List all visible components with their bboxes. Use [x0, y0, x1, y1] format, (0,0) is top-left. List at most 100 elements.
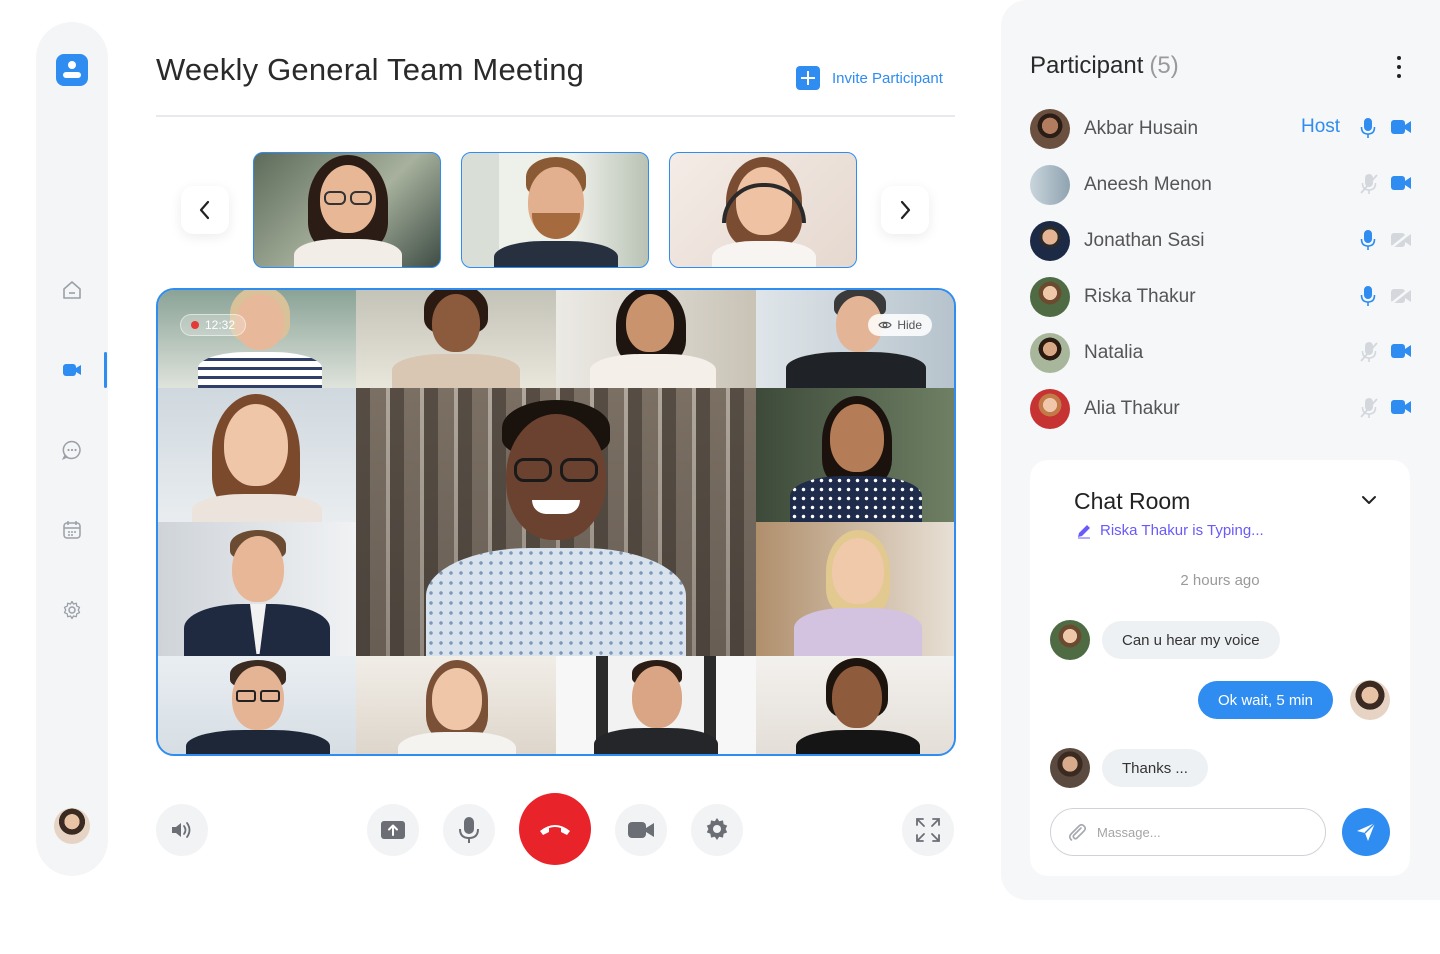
participant-row[interactable]: Aneesh Menon [1030, 165, 1420, 205]
settings-icon [706, 818, 728, 840]
message-placeholder: Massage... [1097, 824, 1161, 840]
participant-row[interactable]: Riska Thakur [1030, 277, 1420, 317]
video-icon[interactable] [58, 356, 86, 384]
home-icon[interactable] [58, 276, 86, 304]
chat-room: Chat Room Riska Thakur is Typing... 2 ho… [1030, 460, 1410, 876]
chevron-left-icon [199, 200, 210, 220]
chat-icon[interactable] [58, 436, 86, 464]
typing-text: Riska Thakur is Typing... [1100, 522, 1264, 539]
calendar-icon[interactable] [58, 516, 86, 544]
avatar [1050, 748, 1090, 788]
attachment-icon[interactable] [1067, 822, 1087, 842]
recording-indicator: 12:32 [180, 314, 247, 336]
camera-off-icon[interactable] [1390, 287, 1412, 305]
typing-indicator: Riska Thakur is Typing... [1076, 522, 1264, 539]
fullscreen-button[interactable] [902, 804, 954, 856]
participant-name: Akbar Husain [1084, 118, 1199, 139]
participant-row[interactable]: Alia Thakur [1030, 389, 1420, 429]
participant-name: Alia Thakur [1084, 398, 1180, 419]
participant-name: Natalia [1084, 342, 1144, 363]
microphone-button[interactable] [443, 804, 495, 856]
message-timestamp: 2 hours ago [1180, 572, 1260, 589]
pencil-icon [1078, 524, 1090, 538]
eye-icon [878, 321, 893, 329]
settings-icon[interactable] [58, 596, 86, 624]
chevron-down-icon[interactable] [1360, 494, 1378, 506]
microphone-off-icon[interactable] [1360, 173, 1378, 195]
avatar [1030, 221, 1070, 261]
participant-row[interactable]: Natalia [1030, 333, 1420, 373]
camera-on-icon[interactable] [1390, 399, 1412, 415]
send-button[interactable] [1342, 808, 1390, 856]
camera-icon [628, 822, 654, 838]
participant-count: (5) [1149, 52, 1179, 79]
end-call-button[interactable] [519, 793, 591, 865]
video-tile[interactable] [356, 290, 556, 388]
host-badge: Host [1301, 116, 1341, 137]
hide-button[interactable]: Hide [868, 314, 932, 336]
video-tile[interactable] [158, 656, 356, 754]
plus-icon [796, 66, 820, 90]
page-title: Weekly General Team Meeting [156, 52, 585, 87]
settings-button[interactable] [691, 804, 743, 856]
app-logo-icon[interactable] [56, 54, 88, 86]
volume-icon [172, 822, 191, 838]
chat-message-outgoing: Ok wait, 5 min [1198, 681, 1334, 719]
participant-name: Jonathan Sasi [1084, 230, 1205, 251]
avatar [1350, 680, 1390, 720]
video-tile[interactable] [158, 388, 356, 522]
microphone-on-icon[interactable] [1360, 117, 1376, 139]
camera-on-icon[interactable] [1390, 343, 1412, 359]
microphone-off-icon[interactable] [1360, 341, 1378, 363]
invite-participant-label: Invite Participant [832, 69, 943, 87]
camera-on-icon[interactable] [1390, 119, 1412, 135]
featured-thumbnail[interactable] [461, 152, 649, 268]
microphone-icon [459, 817, 479, 843]
camera-off-icon[interactable] [1390, 231, 1412, 249]
hide-label: Hide [897, 318, 922, 332]
camera-on-icon[interactable] [1390, 175, 1412, 191]
microphone-on-icon[interactable] [1360, 229, 1376, 251]
active-nav-indicator [104, 352, 107, 388]
chat-message-incoming: Thanks ... [1102, 749, 1208, 787]
header-divider [156, 115, 955, 117]
video-tile[interactable] [158, 522, 356, 656]
video-tile[interactable] [556, 290, 756, 388]
participant-panel-title: Participant (5) [1030, 52, 1179, 80]
video-tile-main-speaker[interactable] [356, 388, 756, 656]
video-tile[interactable] [756, 522, 954, 656]
share-screen-button[interactable] [367, 804, 419, 856]
video-tile[interactable] [756, 290, 954, 388]
message-input[interactable]: Massage... [1050, 808, 1326, 856]
fullscreen-icon [916, 818, 940, 842]
next-arrow-button[interactable] [881, 186, 929, 234]
video-tile[interactable] [556, 656, 756, 754]
avatar [1030, 165, 1070, 205]
sidebar [36, 22, 108, 876]
microphone-on-icon[interactable] [1360, 285, 1376, 307]
camera-button[interactable] [615, 804, 667, 856]
recording-time: 12:32 [205, 318, 236, 332]
participant-row[interactable]: Akbar Husain Host [1030, 109, 1420, 149]
video-tile[interactable] [756, 656, 954, 754]
video-tile[interactable] [356, 656, 556, 754]
user-avatar[interactable] [54, 808, 90, 844]
avatar [1030, 333, 1070, 373]
record-dot-icon [191, 321, 199, 329]
featured-thumbnail[interactable] [669, 152, 857, 268]
send-icon [1357, 822, 1376, 841]
participant-name: Aneesh Menon [1084, 174, 1212, 195]
invite-participant-button[interactable]: Invite Participant [796, 66, 943, 90]
share-screen-icon [381, 821, 405, 839]
previous-arrow-button[interactable] [181, 186, 229, 234]
featured-thumbnail[interactable] [253, 152, 441, 268]
volume-button[interactable] [156, 804, 208, 856]
more-options-icon[interactable] [1395, 56, 1403, 78]
chat-title: Chat Room [1074, 488, 1191, 514]
avatar [1030, 277, 1070, 317]
avatar [1050, 620, 1090, 660]
video-tile[interactable] [158, 290, 356, 388]
microphone-off-icon[interactable] [1360, 397, 1378, 419]
participant-row[interactable]: Jonathan Sasi [1030, 221, 1420, 261]
video-tile[interactable] [756, 388, 954, 522]
